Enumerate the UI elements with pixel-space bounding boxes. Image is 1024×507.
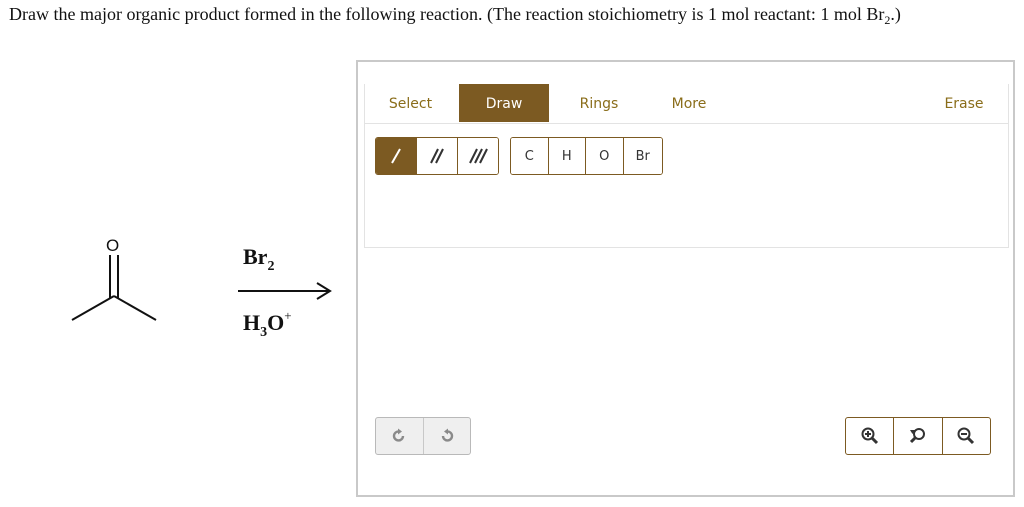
atom-button-o[interactable]: O <box>586 138 624 174</box>
zoom-in-icon <box>861 427 878 445</box>
tool-tabs: Select Draw Rings More Erase <box>364 84 1009 124</box>
tab-draw[interactable]: Draw <box>459 84 549 122</box>
reagent-h3o-sup: + <box>284 308 292 323</box>
undo-button[interactable] <box>376 418 424 454</box>
double-bond-icon <box>430 148 444 164</box>
zoom-controls <box>845 417 991 455</box>
atom-buttons: C H O Br <box>510 137 663 175</box>
reagent-h3o: H3O+ <box>243 308 292 341</box>
triple-bond-button[interactable] <box>457 138 498 174</box>
reaction-scheme: O Br2 H3O+ <box>0 180 350 380</box>
atom-button-c[interactable]: C <box>511 138 549 174</box>
question-main: Draw the major organic product formed in… <box>9 4 885 24</box>
single-bond-icon <box>391 148 402 164</box>
double-bond-button[interactable] <box>417 138 458 174</box>
atom-button-br[interactable]: Br <box>623 138 662 174</box>
tab-more[interactable]: More <box>649 84 729 122</box>
redo-icon <box>441 428 453 442</box>
undo-icon <box>393 428 405 442</box>
zoom-reset-button[interactable] <box>894 418 943 454</box>
reagent-br2: Br2 <box>243 244 274 275</box>
redo-button[interactable] <box>424 418 471 454</box>
undo-redo-group <box>375 417 471 455</box>
reagent-h3o-o: O <box>267 310 285 335</box>
tab-rings[interactable]: Rings <box>559 84 639 122</box>
question-text: Draw the major organic product formed in… <box>9 4 1019 28</box>
zoom-out-button[interactable] <box>943 418 990 454</box>
acetone-structure <box>71 255 332 321</box>
reagent-br2-sub: 2 <box>267 259 275 274</box>
drawing-widget[interactable]: Select Draw Rings More Erase C H O Br <box>356 60 1015 497</box>
zoom-out-icon <box>957 427 975 445</box>
tab-select[interactable]: Select <box>370 84 451 122</box>
question-end: .) <box>890 4 901 24</box>
single-bond-button[interactable] <box>376 138 418 174</box>
triple-bond-icon <box>468 148 488 164</box>
reagent-h3o-h: H <box>243 310 261 335</box>
zoom-in-button[interactable] <box>846 418 895 454</box>
bond-buttons <box>375 137 499 175</box>
atom-button-h[interactable]: H <box>548 138 586 174</box>
oxygen-atom-label: O <box>106 236 120 255</box>
reagent-br2-main: Br <box>243 244 268 269</box>
zoom-reset-icon <box>909 428 925 444</box>
tab-erase[interactable]: Erase <box>924 84 1004 122</box>
